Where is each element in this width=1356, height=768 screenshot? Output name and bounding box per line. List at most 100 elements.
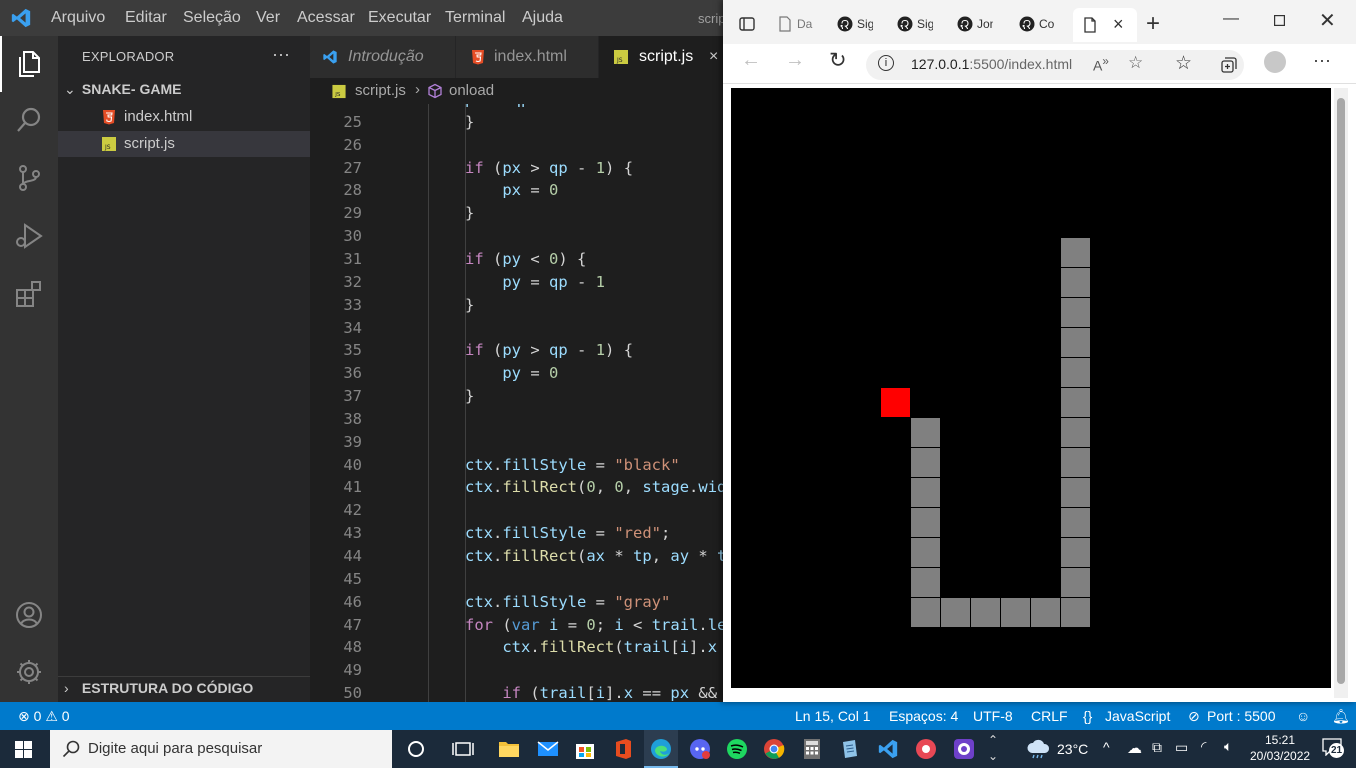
code-line[interactable]: ctx.fillStyle = "black" [465, 456, 680, 474]
code-line[interactable]: } [465, 387, 474, 405]
menu-arquivo[interactable]: Arquivo [51, 9, 105, 27]
code-line[interactable]: ctx.fillRect(ax * tp, ay * tp, tp, tp) [465, 547, 730, 565]
taskbar-overflow-icon[interactable]: ⌃ ⌄ [988, 732, 998, 764]
code-line[interactable]: py = 0 [465, 364, 558, 382]
end-of-line[interactable]: CRLF [1031, 708, 1068, 724]
file-explorer-icon[interactable] [498, 738, 520, 760]
run-debug-icon[interactable] [13, 220, 45, 252]
browser-tab[interactable]: Jona [953, 8, 1011, 42]
minimize-icon[interactable]: — [1223, 10, 1239, 28]
code-line[interactable]: } [465, 113, 474, 131]
battery-icon[interactable]: ▭ [1175, 739, 1188, 756]
menu-ver[interactable]: Ver [256, 9, 280, 27]
code-editor[interactable]: 24 px = qp - 1 25} 26 27 if (px > qp - 1) {28… [310, 104, 730, 702]
code-line[interactable]: } [465, 296, 474, 314]
notification-center[interactable]: 21 [1322, 738, 1344, 758]
cortana-icon[interactable] [405, 738, 427, 760]
extensions-icon[interactable] [13, 278, 45, 310]
mail-icon[interactable] [537, 738, 559, 760]
tab-introducao[interactable]: Introdução [310, 36, 455, 78]
code-line[interactable]: ctx.fillRect(0, 0, stage.width, stage.he… [465, 478, 730, 496]
folder-snake-game[interactable]: ⌄ SNAKE- GAME [64, 81, 181, 98]
weather-cloud-icon[interactable] [1026, 739, 1050, 759]
onedrive-cloud-icon[interactable]: ☁ [1127, 739, 1142, 757]
file-script-js[interactable]: JS script.js [58, 131, 310, 157]
code-line[interactable]: for (var i = 0; i < trail.length; i++) { [465, 616, 730, 634]
info-icon[interactable]: i [878, 55, 894, 71]
menu-editar[interactable]: Editar [125, 9, 167, 27]
back-arrow-icon[interactable]: ← [741, 49, 761, 72]
browser-tab[interactable]: Com [1015, 8, 1073, 42]
github-desktop-icon[interactable] [953, 738, 975, 760]
game-stage-canvas[interactable] [731, 88, 1331, 688]
code-line[interactable]: } [465, 204, 474, 222]
code-line[interactable]: px = 0 [465, 181, 558, 199]
tab-script-js[interactable]: JS script.js × [599, 36, 730, 78]
clock[interactable]: 15:21 20/03/2022 [1250, 732, 1310, 764]
menu-executar[interactable]: Executar [368, 9, 431, 27]
settings-more-icon[interactable]: ··· [1313, 50, 1331, 71]
device-icon[interactable]: ⧉ [1152, 739, 1162, 756]
file-index-html[interactable]: index.html [58, 104, 310, 130]
taskbar-search-box[interactable]: Digite aqui para pesquisar [50, 730, 392, 768]
tab-actions-icon[interactable] [739, 17, 755, 31]
add-favorite-icon[interactable]: ☆ [1128, 53, 1143, 73]
menu-selecao[interactable]: Seleção [183, 9, 241, 27]
favorites-icon[interactable]: ☆ [1175, 52, 1192, 75]
refresh-icon[interactable]: ↻ [829, 48, 847, 73]
weather-temperature[interactable]: 23°C [1057, 741, 1088, 757]
breadcrumb-file[interactable]: script.js [355, 82, 406, 99]
outline-section[interactable]: › ESTRUTURA DO CÓDIGO [64, 680, 253, 696]
menu-acessar[interactable]: Acessar [297, 9, 355, 27]
chevron-up-icon[interactable]: ^ [1103, 739, 1110, 755]
calculator-icon[interactable] [801, 738, 823, 760]
breadcrumb-symbol[interactable]: onload [449, 82, 494, 99]
code-line[interactable]: if (py > qp - 1) { [465, 341, 633, 359]
chrome-icon[interactable] [763, 738, 785, 760]
task-view-icon[interactable] [452, 738, 474, 760]
office-icon[interactable] [612, 738, 634, 760]
menu-terminal[interactable]: Terminal [445, 9, 505, 27]
close-icon[interactable]: × [709, 48, 718, 66]
tab-index-html[interactable]: index.html [456, 36, 598, 78]
indentation[interactable]: Espaços: 4 [889, 708, 958, 724]
notes-app-icon[interactable] [839, 738, 861, 760]
browser-tab[interactable]: Sign [833, 8, 891, 42]
source-control-icon[interactable] [13, 162, 45, 194]
code-line[interactable]: if (py < 0) { [465, 250, 586, 268]
code-line[interactable]: px = qp - 1 [465, 104, 568, 108]
code-line[interactable]: ctx.fillStyle = "red"; [465, 524, 670, 542]
more-actions-icon[interactable]: ··· [272, 44, 290, 65]
code-line[interactable]: if (trail[i].x == px && trail[i].y == py… [465, 684, 730, 702]
close-tab-icon[interactable]: × [1113, 14, 1124, 35]
new-tab-icon[interactable]: + [1146, 10, 1160, 38]
edge-taskbar-active[interactable] [644, 730, 678, 768]
feedback-icon[interactable]: ☺ [1296, 708, 1310, 724]
wifi-icon[interactable]: ◜ [1201, 738, 1206, 755]
explorer-icon[interactable] [13, 48, 45, 80]
settings-gear-icon[interactable] [13, 656, 45, 688]
code-line[interactable]: if (px > qp - 1) { [465, 159, 633, 177]
menu-ajuda[interactable]: Ajuda [522, 9, 563, 27]
profile-avatar-icon[interactable] [1264, 51, 1286, 73]
code-line[interactable]: ctx.fillStyle = "gray" [465, 593, 670, 611]
read-aloud-icon[interactable]: A» [1093, 55, 1109, 74]
browser-tab[interactable]: Sign [893, 8, 951, 42]
live-server-port[interactable]: Port : 5500 [1207, 708, 1276, 724]
store-icon[interactable] [574, 738, 596, 760]
windows-start-icon[interactable] [15, 741, 32, 758]
vertical-scrollbar[interactable] [1334, 88, 1348, 698]
code-line[interactable]: py = qp - 1 [465, 273, 605, 291]
spotify-icon[interactable] [726, 738, 748, 760]
volume-icon[interactable]: 🔈︎ [1224, 738, 1232, 755]
language-mode[interactable]: JavaScript [1105, 708, 1170, 724]
notifications-bell-icon[interactable]: 🔔︎ [1332, 708, 1350, 725]
discord-icon[interactable] [689, 738, 711, 760]
browser-tab-active[interactable]: × [1073, 8, 1137, 42]
account-icon[interactable] [13, 599, 45, 631]
encoding[interactable]: UTF-8 [973, 708, 1013, 724]
scrollbar-thumb[interactable] [1337, 98, 1345, 684]
problems-indicator[interactable]: ⊗ 0 ⚠ 0 [18, 708, 70, 725]
search-icon[interactable] [13, 104, 45, 136]
browser-tab[interactable]: Dark [773, 8, 831, 42]
